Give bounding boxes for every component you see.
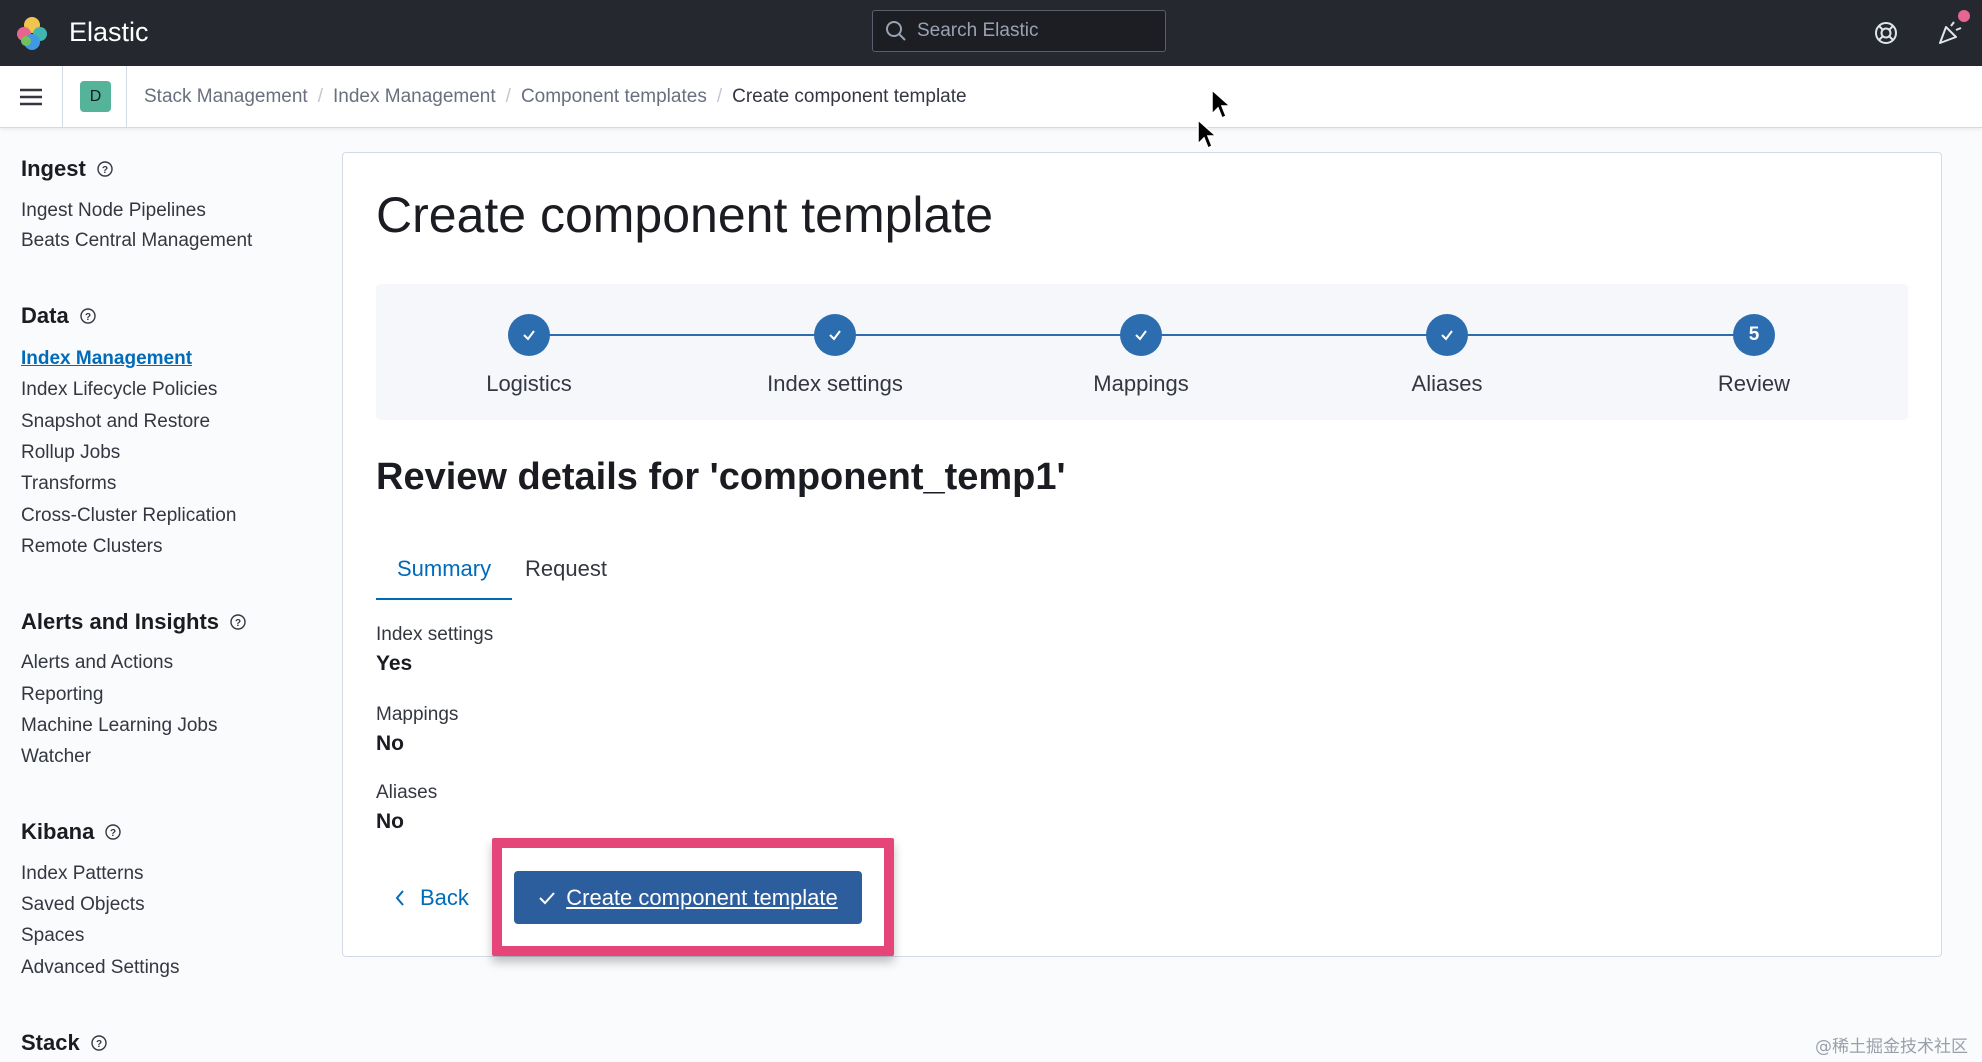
sidebar-item-cross-cluster-replication[interactable]: Cross-Cluster Replication [21, 505, 236, 527]
elastic-logo-icon[interactable] [14, 15, 50, 51]
back-button[interactable]: Back [384, 878, 479, 918]
step-label[interactable]: Index settings [715, 371, 955, 397]
tab-request[interactable]: Request [504, 548, 628, 600]
help-icon[interactable]: ? [229, 613, 247, 631]
breadcrumb: Stack Management / Index Management / Co… [144, 66, 967, 128]
page-title: Create component template [376, 187, 994, 243]
summary-value: No [376, 732, 404, 755]
sidebar-section-alerts-and-insights: Alerts and Insights ? [21, 609, 247, 635]
global-search[interactable] [872, 10, 1166, 52]
help-icon[interactable]: ? [104, 823, 122, 841]
section-title: Ingest [21, 156, 86, 181]
sidebar-item-reporting[interactable]: Reporting [21, 684, 103, 706]
space-avatar[interactable]: D [80, 81, 111, 112]
svg-text:?: ? [96, 1039, 102, 1050]
sidebar-item-beats-central-management[interactable]: Beats Central Management [21, 230, 252, 252]
sidebar-section-kibana: Kibana ? [21, 819, 122, 845]
back-label: Back [420, 885, 469, 910]
search-input[interactable] [917, 20, 1157, 42]
sidebar-item-watcher[interactable]: Watcher [21, 746, 91, 768]
check-icon [539, 891, 555, 904]
check-icon [523, 330, 535, 341]
section-title: Kibana [21, 819, 95, 844]
section-title: Data [21, 303, 69, 328]
sidebar-section-ingest: Ingest ? [21, 156, 114, 182]
summary-term: Mappings [376, 704, 459, 725]
sidebar-item-ingest-node-pipelines[interactable]: Ingest Node Pipelines [21, 200, 206, 222]
breadcrumb-separator: / [716, 86, 723, 107]
summary-term: Aliases [376, 782, 438, 803]
step-label[interactable]: Logistics [409, 371, 649, 397]
breadcrumb-link[interactable]: Component templates [521, 86, 707, 108]
mouse-cursor-icon [1197, 118, 1218, 150]
step-label[interactable]: Review [1634, 371, 1874, 397]
step-label[interactable]: Mappings [1021, 371, 1261, 397]
check-icon [1135, 330, 1147, 341]
search-icon [886, 21, 906, 41]
step-complete-mappings[interactable] [1120, 314, 1162, 356]
help-icon[interactable]: ? [96, 160, 114, 178]
breadcrumb-bar: D Stack Management / Index Management / … [0, 66, 1982, 128]
step-complete-logistics[interactable] [508, 314, 550, 356]
notification-badge [1958, 10, 1970, 22]
svg-text:?: ? [235, 618, 241, 629]
create-component-template-button[interactable]: Create component template [514, 871, 862, 924]
help-icon[interactable]: ? [79, 307, 97, 325]
breadcrumb-separator: / [505, 86, 511, 107]
brand-name[interactable]: Elastic [69, 14, 149, 50]
review-tabs: Summary Request [376, 548, 636, 600]
summary-value: No [376, 810, 404, 833]
menu-icon[interactable] [16, 83, 46, 111]
review-title: Review details for 'component_temp1' [376, 456, 1066, 498]
sidebar-item-advanced-settings[interactable]: Advanced Settings [21, 957, 179, 979]
sidebar-item-rollup-jobs[interactable]: Rollup Jobs [21, 442, 120, 464]
step-label[interactable]: Aliases [1327, 371, 1567, 397]
step-complete-aliases[interactable] [1426, 314, 1468, 356]
sidebar-item-machine-learning-jobs[interactable]: Machine Learning Jobs [21, 715, 217, 737]
watermark-text: @稀土掘金技术社区 [1815, 1037, 1968, 1057]
step-current-review[interactable]: 5 [1733, 314, 1775, 356]
header-divider [126, 66, 127, 128]
sidebar-item-index-patterns[interactable]: Index Patterns [21, 863, 144, 885]
header-divider [62, 66, 63, 128]
sidebar-item-index-lifecycle-policies[interactable]: Index Lifecycle Policies [21, 379, 217, 401]
sidebar-nav: Ingest ? Ingest Node Pipelines Beats Cen… [0, 128, 330, 1062]
breadcrumb-current: Create component template [732, 86, 967, 107]
help-icon[interactable]: ? [90, 1034, 108, 1052]
check-icon [1441, 330, 1453, 341]
chevron-left-icon [395, 890, 404, 906]
section-title: Stack [21, 1030, 80, 1055]
sidebar-item-spaces[interactable]: Spaces [21, 925, 84, 947]
breadcrumb-link[interactable]: Stack Management [144, 86, 308, 108]
sidebar-section-stack: Stack ? [21, 1030, 108, 1056]
check-icon [829, 330, 841, 341]
tab-summary[interactable]: Summary [376, 548, 513, 600]
sidebar-item-transforms[interactable]: Transforms [21, 473, 116, 495]
breadcrumb-link[interactable]: Index Management [333, 86, 496, 108]
sidebar-item-index-management[interactable]: Index Management [21, 348, 192, 370]
svg-text:?: ? [102, 165, 108, 176]
svg-text:?: ? [85, 312, 91, 323]
sidebar-item-snapshot-and-restore[interactable]: Snapshot and Restore [21, 411, 210, 433]
sidebar-item-saved-objects[interactable]: Saved Objects [21, 894, 145, 916]
help-icon[interactable] [1871, 18, 1901, 48]
sidebar-section-data: Data ? [21, 303, 97, 329]
section-title: Alerts and Insights [21, 609, 220, 634]
sidebar-item-remote-clusters[interactable]: Remote Clusters [21, 536, 163, 558]
svg-text:?: ? [110, 828, 116, 839]
newsfeed-icon[interactable] [1935, 18, 1965, 48]
sidebar-item-alerts-and-actions[interactable]: Alerts and Actions [21, 652, 173, 674]
top-header: Elastic [0, 0, 1982, 66]
mouse-cursor-icon [1211, 88, 1232, 120]
breadcrumb-separator: / [317, 86, 323, 107]
create-button-label: Create component template [566, 884, 838, 910]
step-complete-index-settings[interactable] [814, 314, 856, 356]
summary-value: Yes [376, 652, 413, 675]
summary-term: Index settings [376, 624, 494, 645]
